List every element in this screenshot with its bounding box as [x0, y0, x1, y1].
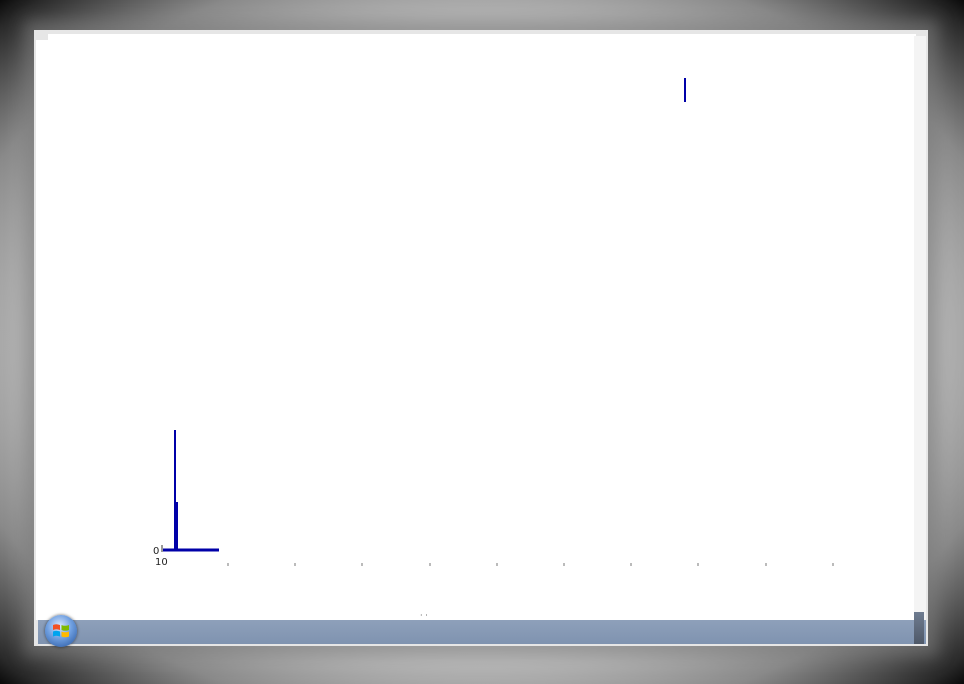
x-tick-label: 10 [155, 557, 168, 568]
x-axis-ticks [227, 563, 834, 566]
taskbar [38, 620, 926, 644]
chart-marks [174, 78, 686, 550]
taskbar-tray-edge [914, 612, 924, 644]
start-button[interactable] [45, 615, 77, 647]
status-text: · · [420, 611, 428, 620]
chart [161, 78, 834, 566]
y-tick-label: 0 [153, 546, 160, 557]
windows-logo-icon [53, 624, 69, 638]
chart-axes [161, 545, 219, 552]
